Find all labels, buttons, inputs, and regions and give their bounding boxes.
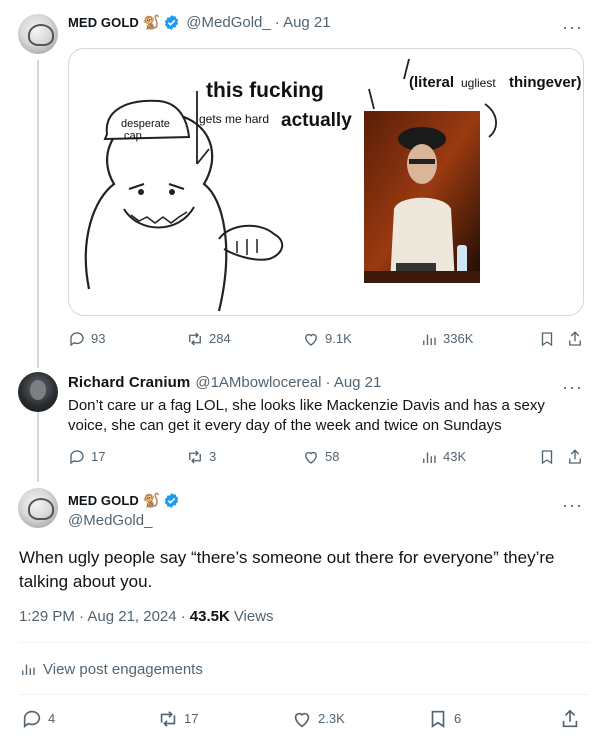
like-button[interactable]: 9.1K [302,330,352,348]
more-options-icon[interactable]: ··· [562,496,583,514]
verified-badge-icon [165,15,179,30]
divider [19,642,589,643]
tweet-meta: 1:29 PM · Aug 21, 2024 · 43.5K Views [19,608,274,625]
repost-icon [160,711,176,727]
reply-header: Richard Cranium @1AMbowlocereal · Aug 21 [68,374,381,391]
bubble2-part2: ugliest [461,76,496,90]
repost-icon [189,332,201,346]
cap-text-line1: desperate [121,118,170,130]
thread-line [37,60,39,368]
like-button[interactable]: 2.3K [291,708,345,730]
bubble2-part3: thingever) [509,74,582,91]
heart-icon [305,451,317,464]
monkey-emoji: 🐒 [142,14,161,30]
reply-button[interactable]: 17 [68,448,105,466]
meme-image: desperate cap this fucking gets me hard … [84,58,582,312]
avatar[interactable] [18,14,58,54]
views-button[interactable]: 43K [420,448,466,466]
reply-icon [23,710,41,728]
main-action-bar: 4 17 2.3K 6 [19,708,585,732]
verified-badge-icon [165,493,179,508]
views-button[interactable]: 336K [420,330,473,348]
views-icon [423,334,436,345]
views-label: Views [233,608,274,625]
bubble1-line2a: gets me hard [199,112,269,126]
author-handle[interactable]: @1AMbowlocereal [195,374,321,391]
tweet-header: MED GOLD 🐒 @MedGold_ · Aug 21 [68,14,331,31]
bookmark-button[interactable] [538,330,561,348]
bookmark-icon [541,450,553,465]
reply-text: Don’t care ur a fag LOL, she looks like … [68,397,545,434]
view-engagements-link[interactable]: View post engagements [19,660,203,678]
bookmark-button[interactable]: 6 [427,708,461,730]
author-name[interactable]: MED GOLD [68,15,139,30]
reply-icon [70,332,84,347]
views-icon [22,664,35,675]
reply-button[interactable]: 93 [68,330,105,348]
views-icon [423,452,436,463]
share-button[interactable] [559,708,586,730]
repost-button[interactable]: 17 [157,708,198,730]
reply-button[interactable]: 4 [21,708,55,730]
monkey-emoji: 🐒 [142,492,161,508]
reply-action-bar: 17 3 58 43K [68,448,588,470]
author-handle[interactable]: @MedGold_ [68,512,152,529]
repost-button[interactable]: 3 [186,448,216,466]
views-count: 43.5K [189,608,230,625]
avatar[interactable] [18,372,58,412]
main-tweet-handle-row: @MedGold_ [68,512,152,529]
main-tweet-name-row: MED GOLD 🐒 [68,492,180,509]
tweet-media[interactable]: desperate cap this fucking gets me hard … [68,48,584,316]
tweet1-action-bar: 93 284 9.1K 336K [68,330,588,352]
share-icon [569,449,581,464]
thread-line [37,412,39,482]
bubble1-line2b: actually [281,110,352,131]
repost-button[interactable]: 284 [186,330,231,348]
heart-icon [305,333,317,346]
more-options-icon[interactable]: ··· [562,378,583,396]
bookmark-icon [431,710,445,728]
heart-icon [294,712,310,728]
bubble2-part1: (literal [409,74,454,91]
share-icon [562,709,578,728]
divider [19,694,589,695]
main-tweet-text: When ugly people say “there’s someone ou… [19,548,555,591]
like-button[interactable]: 58 [302,448,339,466]
author-name[interactable]: MED GOLD [68,493,139,508]
bookmark-icon [541,332,553,347]
reply-icon [70,450,84,465]
share-button[interactable] [566,448,589,466]
share-icon [569,331,581,346]
tweet-date[interactable]: · Aug 21 [275,14,331,31]
author-name[interactable]: Richard Cranium [68,374,190,391]
tweet-timestamp[interactable]: 1:29 PM · Aug 21, 2024 · [19,608,186,625]
tweet-date[interactable]: · Aug 21 [325,374,381,391]
bubble1-line1: this fucking [206,79,324,102]
more-options-icon[interactable]: ··· [562,18,583,36]
photo-inset [364,111,480,283]
repost-icon [189,450,201,464]
author-handle[interactable]: @MedGold_ [186,14,270,31]
share-button[interactable] [566,330,589,348]
cap-text-line2: cap [124,130,142,142]
avatar[interactable] [18,488,58,528]
bookmark-button[interactable] [538,448,561,466]
